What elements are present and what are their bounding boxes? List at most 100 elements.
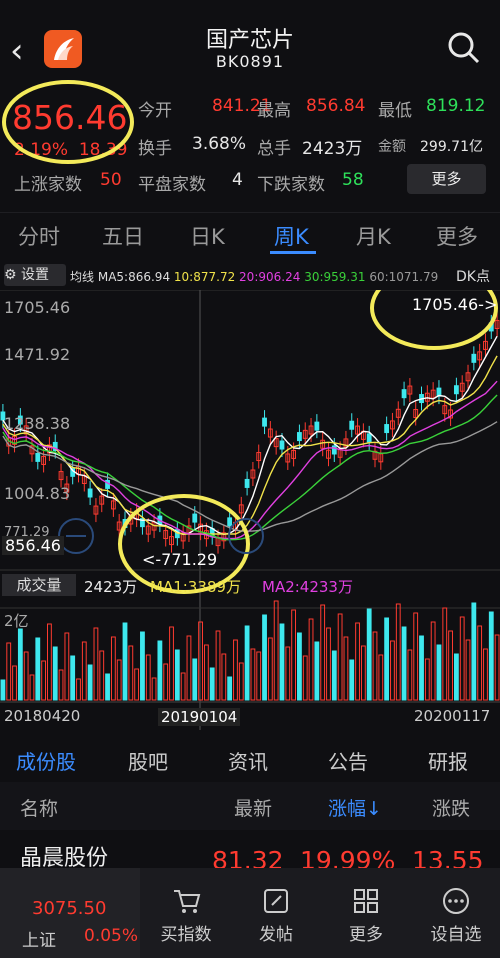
tab-more[interactable]: 更多 [436,221,478,251]
volume-bar [419,635,424,701]
volume-current: 2423万 [84,578,138,596]
volume-bar [343,636,349,701]
volume-bar [297,632,302,701]
volume-ma2: MA2:4233万 [262,578,353,596]
volume-bar [267,637,273,701]
flat-count-label: 平盘家数 [138,175,206,195]
volume-bar [256,651,262,701]
volume-bar [291,609,297,701]
flat-count: 4 [232,170,243,190]
add-watchlist-button[interactable]: 设自选 [420,886,492,950]
candle [401,389,407,399]
volume-bar [81,641,87,701]
tab-daily-k[interactable]: 日K [190,221,225,251]
tab-announcements[interactable]: 公告 [328,746,368,775]
volume-bar [145,654,151,701]
down-count: 58 [342,170,364,190]
volume-bar [163,663,169,701]
search-icon[interactable] [446,30,482,66]
volume-bar [302,655,308,701]
more-button[interactable]: 更多 [407,164,486,194]
volume-bar [483,648,488,701]
index-ticker[interactable]: 3075.50 上证 0.05% [0,868,140,958]
tab-constituents[interactable]: 成份股 [16,746,76,775]
volume-bar [29,674,35,701]
buy-index-button[interactable]: 买指数 [150,886,222,950]
volume-bar [285,646,291,701]
more-nav-button[interactable]: 更多 [330,886,402,950]
list-header: 名称 最新 涨幅↓ 涨跌 [0,782,500,830]
moving-average-line [2,421,498,532]
col-change[interactable]: 涨跌 [432,794,470,821]
volume-bar [58,669,64,701]
ma60-value: 60:1071.79 [369,270,439,284]
volume-bar [105,673,110,701]
tab-research[interactable]: 研报 [428,746,468,775]
candle [87,488,93,498]
volume-indicator-button[interactable]: 成交量 [2,574,76,596]
tab-news[interactable]: 资讯 [228,746,268,775]
settings-label: 设置 [21,267,50,283]
volume-bar [227,676,233,701]
index-name: 上证 [22,931,56,951]
candle [366,433,372,443]
volume-bar [436,644,442,701]
volume-bar [424,658,430,701]
volume-bar [360,645,366,701]
dk-point-label[interactable]: DK点 [456,266,490,286]
col-latest[interactable]: 最新 [234,794,272,821]
index-value: 3075.50 [32,898,107,919]
volume-bar [52,646,58,701]
open-label: 今开 [138,101,172,121]
volume-bar [337,613,343,701]
volume-bar [471,602,477,701]
volume-bar [209,667,215,701]
moving-average-line [2,335,498,536]
volume-bar [35,637,41,701]
col-change-pct[interactable]: 涨幅↓ [328,794,382,821]
up-count-label: 上涨家数 [14,175,82,195]
tab-monthly-k[interactable]: 月K [356,221,391,251]
moving-average-line [2,380,498,540]
volume-bar [314,641,320,701]
kline-chart[interactable] [0,290,500,738]
tab-forum[interactable]: 股吧 [128,746,168,775]
volume-bar [395,603,401,701]
volume-bar [122,622,128,701]
tab-intraday[interactable]: 分时 [18,221,60,251]
volume-bar [76,678,81,701]
volume-bar [174,649,180,701]
volume-bar [6,642,12,701]
ma-label: 均线 [70,270,95,284]
volume-bar [477,625,483,701]
candle [227,517,233,527]
volume-bar [390,640,395,701]
high-value: 856.84 [306,96,366,116]
volume-value: 2423万 [302,139,363,159]
amount-value: 299.71亿 [420,139,483,155]
volume-bar [413,612,419,701]
amount-label: 金额 [378,139,406,155]
volume-bar [442,607,448,701]
y-label-3: 1238.38 [4,414,71,433]
tab-weekly-k[interactable]: 周K [274,221,309,251]
volume-bar [128,645,134,701]
volume-bar [110,636,116,701]
settings-button[interactable]: ⚙ 设置 [4,264,66,286]
volume-bar [192,658,198,701]
date-label-start: 20180420 [4,707,81,725]
volume-bar [331,650,337,701]
volume-bar [494,634,500,701]
period-tabs: 分时 五日 日K 周K 月K 更多 [0,212,500,261]
add-watchlist-label: 设自选 [430,925,482,945]
volume-bar [17,628,23,701]
active-tab-indicator [270,251,316,254]
post-button[interactable]: 发帖 [240,886,312,950]
tab-five-day[interactable]: 五日 [102,221,144,251]
volume-bar [221,653,227,701]
down-count-label: 下跌家数 [257,175,325,195]
volume-bar [70,655,76,701]
page-title: 国产芯片 [205,28,294,53]
candle [471,353,477,363]
volume-bar [198,621,203,701]
